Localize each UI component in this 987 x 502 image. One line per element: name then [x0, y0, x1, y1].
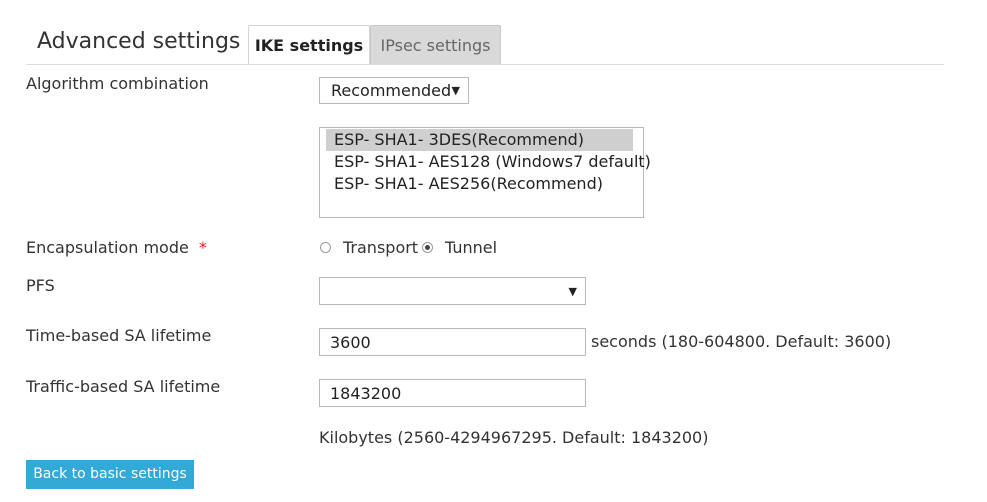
algorithm-option[interactable]: ESP- SHA1- AES128 (Windows7 default)	[326, 151, 651, 173]
tab-ipsec-settings[interactable]: IPsec settings	[370, 25, 501, 64]
time-sa-lifetime-label: Time-based SA lifetime	[26, 326, 212, 345]
dropdown-arrow-icon: ▼	[568, 285, 577, 298]
pfs-value	[320, 281, 330, 300]
back-to-basic-settings-button[interactable]: Back to basic settings	[26, 460, 194, 489]
time-sa-lifetime-hint: seconds (180-604800. Default: 3600)	[591, 332, 892, 351]
encapsulation-mode-label: Encapsulation mode *	[26, 238, 207, 257]
dropdown-arrow-icon: ▼	[451, 84, 460, 97]
algorithm-combination-select[interactable]: Recommended ▼	[319, 77, 469, 104]
algorithm-option[interactable]: ESP- SHA1- 3DES(Recommend)	[326, 129, 633, 151]
traffic-sa-lifetime-hint: Kilobytes (2560-4294967295. Default: 184…	[319, 428, 709, 447]
encapsulation-mode-text: Encapsulation mode	[26, 238, 189, 257]
tunnel-label[interactable]: Tunnel	[445, 238, 497, 257]
time-sa-lifetime-input[interactable]	[319, 328, 586, 356]
pfs-select[interactable]: ▼	[319, 277, 586, 305]
tab-divider	[26, 64, 944, 65]
traffic-sa-lifetime-label: Traffic-based SA lifetime	[26, 377, 221, 396]
page-title: Advanced settings	[37, 29, 241, 54]
required-mark: *	[198, 238, 207, 257]
algorithm-option[interactable]: ESP- SHA1- AES256(Recommend)	[326, 173, 633, 195]
algorithm-combination-value: Recommended	[331, 81, 452, 100]
tunnel-radio[interactable]	[422, 242, 433, 253]
algorithm-combination-label: Algorithm combination	[26, 74, 209, 93]
transport-label[interactable]: Transport	[343, 238, 418, 257]
traffic-sa-lifetime-input[interactable]	[319, 379, 586, 407]
transport-radio[interactable]	[320, 242, 331, 253]
tab-ike-settings[interactable]: IKE settings	[248, 25, 370, 64]
algorithm-listbox[interactable]: ESP- SHA1- 3DES(Recommend) ESP- SHA1- AE…	[319, 127, 651, 218]
pfs-label: PFS	[26, 276, 55, 295]
